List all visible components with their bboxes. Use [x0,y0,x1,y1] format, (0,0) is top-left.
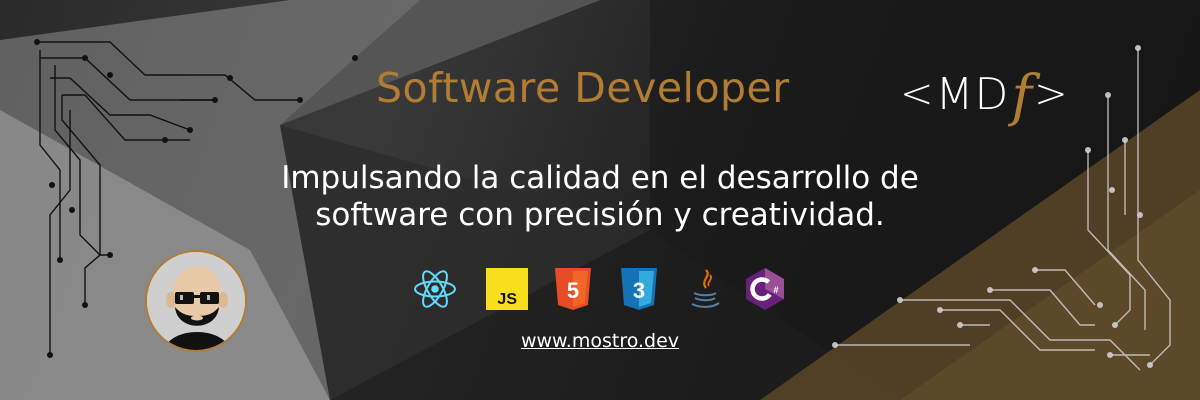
logo-f-glyph: f [1011,63,1033,129]
java-icon [691,269,720,308]
html5-label: 5 [567,278,579,303]
react-icon [414,270,456,308]
tagline-line-2: software con precisión y creatividad. [315,197,885,233]
logo-initials: MD [935,68,1010,120]
tech-icons-row: JS 5 3 # [412,266,792,312]
headline-title: Software Developer [376,64,790,112]
logo-left-bracket: < [900,71,934,117]
logo-right-bracket: > [1034,71,1068,117]
avatar-illustration [147,252,245,350]
csharp-icon: # [746,268,784,310]
tagline: Impulsando la calidad en el desarrollo d… [240,160,960,234]
profile-banner: Software Developer < MD f > Impulsando l… [0,0,1200,400]
javascript-icon: JS [486,268,528,310]
tagline-line-1: Impulsando la calidad en el desarrollo d… [281,160,919,196]
html5-icon: 5 [555,268,591,310]
svg-text:#: # [773,285,778,295]
css3-label: 3 [633,278,645,303]
md-logo: < MD f > [900,62,1068,129]
js-label: JS [497,291,517,308]
avatar [145,250,247,352]
website-link[interactable]: www.mostro.dev [450,330,750,352]
css3-icon: 3 [621,268,657,310]
